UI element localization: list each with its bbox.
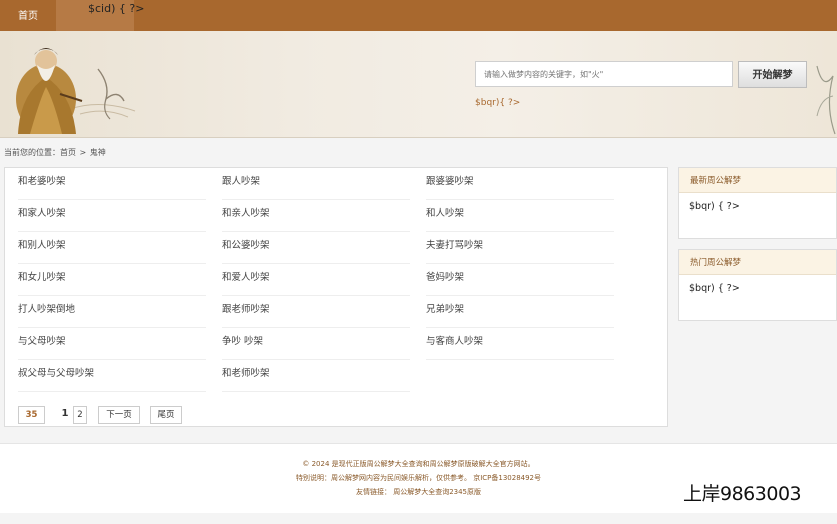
list-item[interactable]: 争吵 吵架 xyxy=(222,327,410,360)
list-item[interactable]: 和爱人吵架 xyxy=(222,263,410,296)
list-item[interactable]: 跟人吵架 xyxy=(222,167,410,200)
breadcrumb-home-link[interactable]: 首页 xyxy=(60,148,76,157)
footer-copyright: © 2024 是现代正版周公解梦大全查询和周公解梦原版破解大全官方网站。 xyxy=(302,460,535,468)
list-item[interactable]: 和亲人吵架 xyxy=(222,199,410,232)
breadcrumb: 当前您的位置：首页 > 鬼神 xyxy=(4,147,106,158)
list-item[interactable]: 和家人吵架 xyxy=(18,199,206,232)
watermark-text: 上岸9863003 xyxy=(683,483,802,505)
list-item[interactable]: 打人吵架倒地 xyxy=(18,295,206,328)
list-item[interactable]: 跟婆婆吵架 xyxy=(426,167,614,200)
sidebar-hot: 热门周公解梦 $bqr) { ?> xyxy=(678,249,837,321)
breadcrumb-current: 鬼神 xyxy=(89,148,106,157)
sidebar-hot-php-text: $bqr) { ?> xyxy=(689,283,740,294)
list-item[interactable]: 和老师吵架 xyxy=(222,359,410,392)
list-item[interactable]: 夫妻打骂吵架 xyxy=(426,231,614,264)
pagination-page-2[interactable]: 2 xyxy=(73,406,87,424)
list-item[interactable]: 跟老师吵架 xyxy=(222,295,410,328)
breadcrumb-separator: > xyxy=(79,148,87,157)
nav-tab-label: $cid) { ?> xyxy=(88,2,145,15)
sidebar-latest-title: 最新周公解梦 xyxy=(679,168,836,193)
sidebar-latest-php-text: $bqr) { ?> xyxy=(689,201,740,212)
list-item[interactable]: 与客商人吵架 xyxy=(426,327,614,360)
sage-illustration xyxy=(16,48,136,134)
nav-tab-php[interactable]: $cid) { ?> xyxy=(56,0,144,31)
list-item[interactable]: 和人吵架 xyxy=(426,199,614,232)
search-button[interactable]: 开始解梦 xyxy=(738,61,807,88)
sidebar-latest: 最新周公解梦 $bqr) { ?> xyxy=(678,167,837,239)
banner-php-text: $bqr){ ?> xyxy=(475,98,521,108)
top-nav: 首页 $cid) { ?> xyxy=(0,0,837,31)
pagination-current-page: 1 xyxy=(61,408,69,419)
pagination-next-button[interactable]: 下一页 xyxy=(98,406,140,424)
list-item[interactable]: 与父母吵架 xyxy=(18,327,206,360)
search-input[interactable] xyxy=(475,61,733,87)
nav-home-link[interactable]: 首页 xyxy=(0,0,56,31)
sidebar-hot-title: 热门周公解梦 xyxy=(679,250,836,275)
breadcrumb-prefix: 当前您的位置： xyxy=(4,148,60,157)
pagination-total: 35 xyxy=(18,406,45,424)
plant-decoration xyxy=(816,65,836,135)
list-item[interactable]: 和公婆吵架 xyxy=(222,231,410,264)
list-item[interactable]: 和别人吵架 xyxy=(18,231,206,264)
list-item[interactable]: 叔父母与父母吵架 xyxy=(18,359,206,392)
pagination-last-button[interactable]: 尾页 xyxy=(150,406,182,424)
header-banner: 开始解梦 $bqr){ ?> xyxy=(0,31,837,138)
list-item[interactable]: 和老婆吵架 xyxy=(18,167,206,200)
list-item[interactable]: 爸妈吵架 xyxy=(426,263,614,296)
list-item[interactable]: 和女儿吵架 xyxy=(18,263,206,296)
list-item[interactable]: 兄弟吵架 xyxy=(426,295,614,328)
